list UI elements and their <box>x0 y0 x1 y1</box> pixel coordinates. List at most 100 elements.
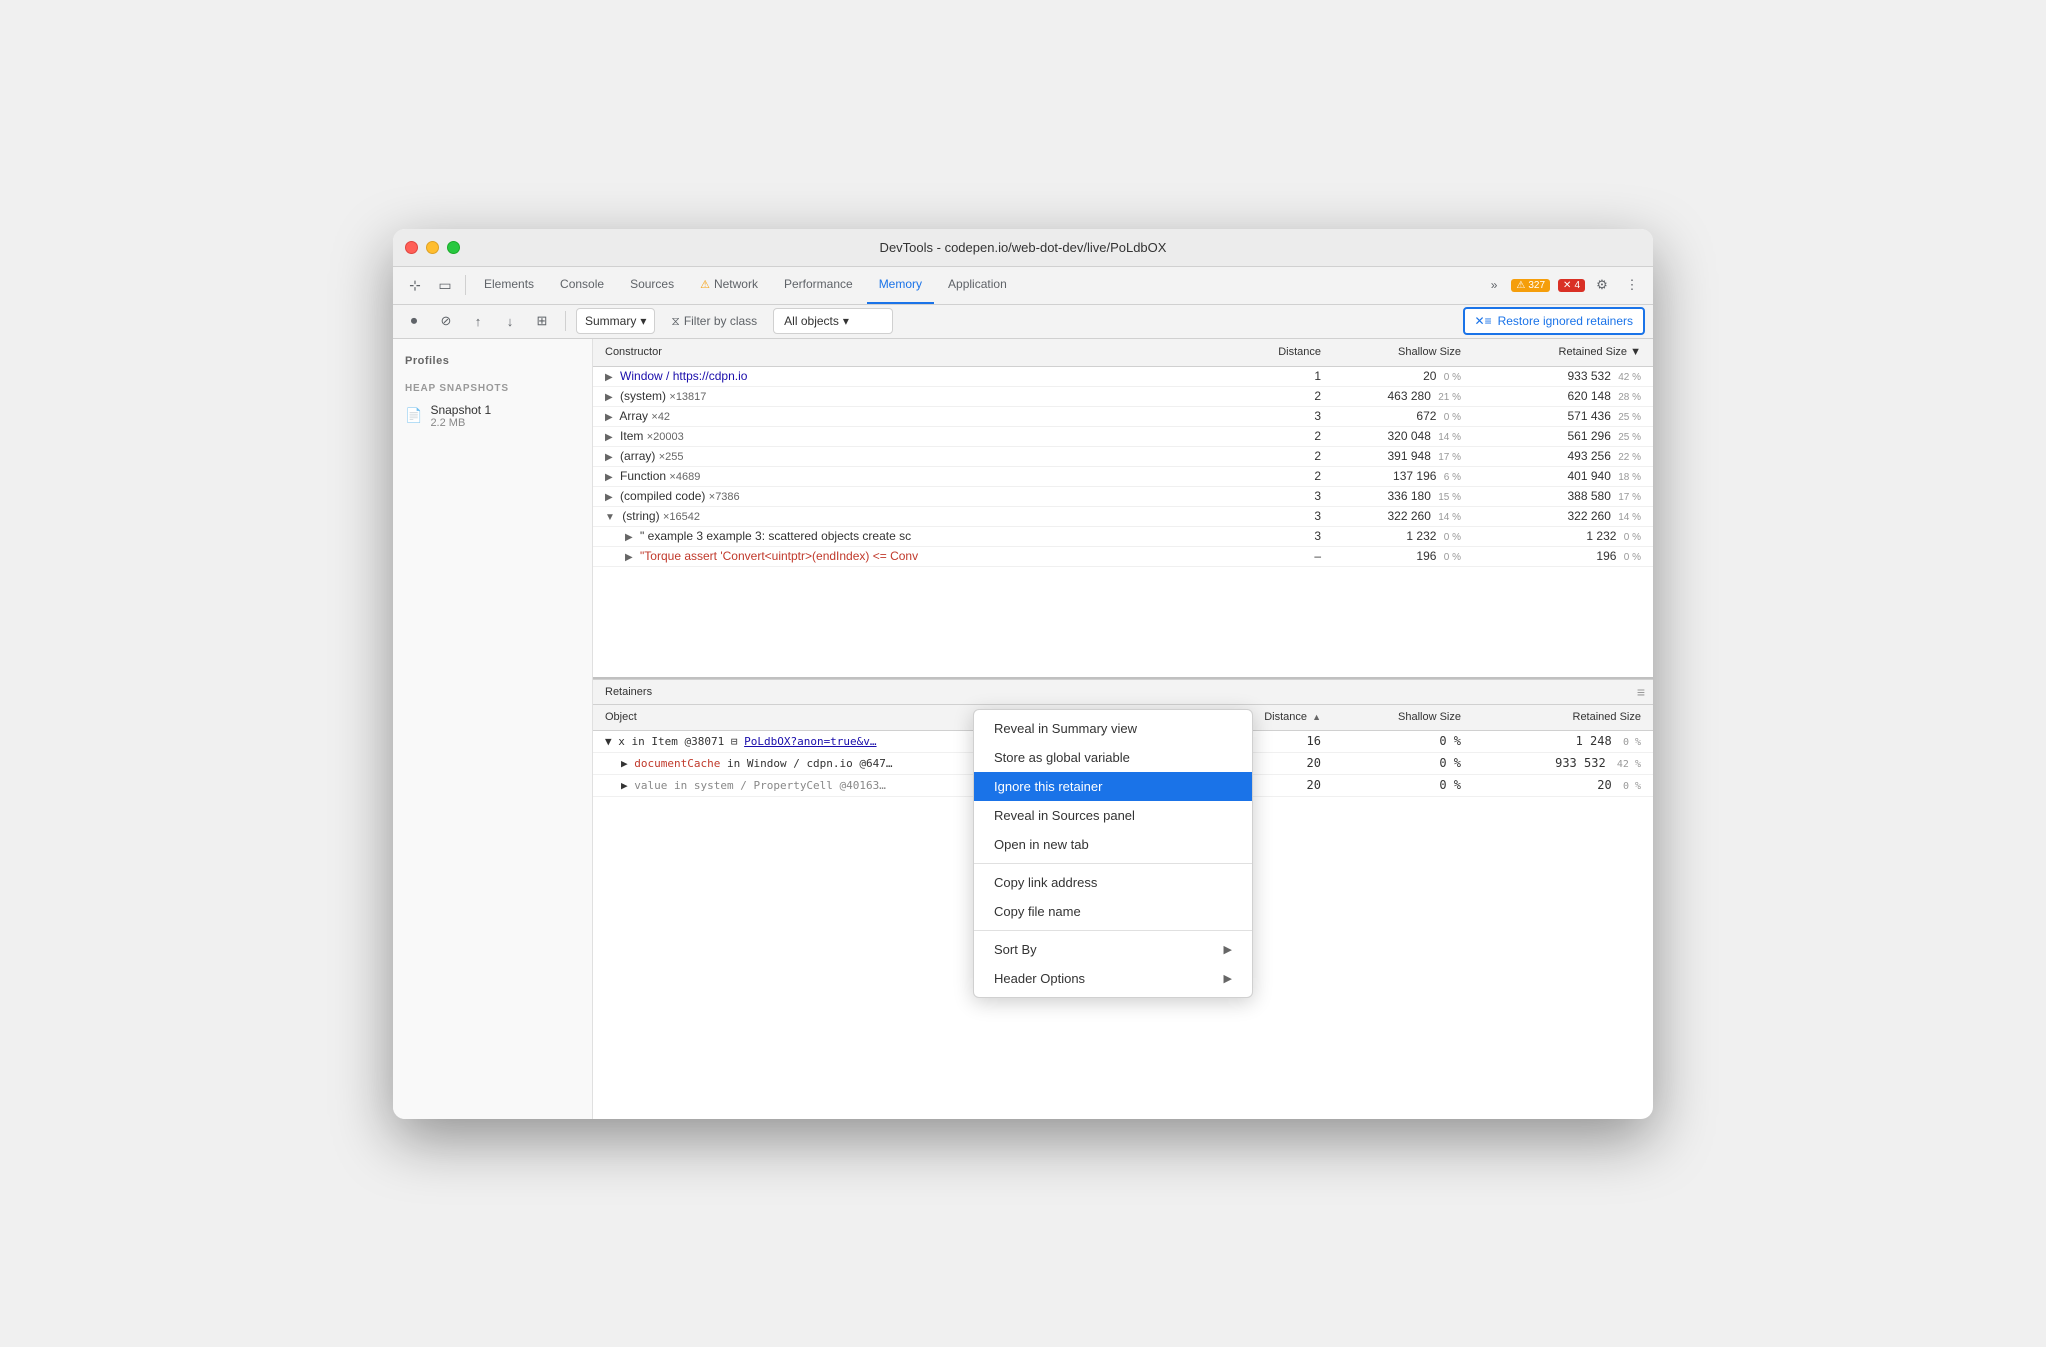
chevron-down-icon: ▾ <box>640 314 646 328</box>
maximize-button[interactable] <box>447 241 460 254</box>
context-menu: Reveal in Summary view Store as global v… <box>973 709 1253 998</box>
row-retained: 388 580 17 % <box>1465 489 1645 503</box>
window-title: DevTools - codepen.io/web-dot-dev/live/P… <box>880 240 1167 255</box>
expand-icon: ▶ <box>605 472 613 483</box>
ctx-store-global[interactable]: Store as global variable <box>974 743 1252 772</box>
submenu-arrow-icon: ▶ <box>1224 972 1232 985</box>
sidebar-section-heap: HEAP SNAPSHOTS <box>393 375 592 398</box>
device-icon[interactable]: ▭ <box>431 271 459 299</box>
row-distance: 3 <box>1235 509 1325 523</box>
row-constructor: ▶ (system) ×13817 <box>601 389 1235 403</box>
table-header: Constructor Distance Shallow Size Retain… <box>593 339 1653 367</box>
row-shallow: 322 260 14 % <box>1325 509 1465 523</box>
tab-overflow[interactable]: » <box>1483 271 1506 299</box>
table-row[interactable]: ▶ (compiled code) ×7386 3 336 180 15 % 3… <box>593 487 1653 507</box>
traffic-lights <box>405 241 460 254</box>
row-distance: 1 <box>1235 369 1325 383</box>
error-icon-badge: ✕ <box>1563 280 1571 291</box>
row-constructor: ▼ (string) ×16542 <box>601 509 1235 523</box>
more-options-icon[interactable]: ⋮ <box>1619 272 1645 298</box>
ctx-reveal-sources[interactable]: Reveal in Sources panel <box>974 801 1252 830</box>
table-row[interactable]: ▶ Array ×42 3 672 0 % 571 436 25 % <box>593 407 1653 427</box>
filter-input[interactable]: All objects ▾ <box>773 308 893 334</box>
row-shallow: 391 948 17 % <box>1325 449 1465 463</box>
clear-icon[interactable]: ⊞ <box>529 308 555 334</box>
record-icon[interactable]: ⏺ <box>401 308 427 334</box>
devtools-window: DevTools - codepen.io/web-dot-dev/live/P… <box>393 229 1653 1119</box>
close-button[interactable] <box>405 241 418 254</box>
table-row[interactable]: ▶ Function ×4689 2 137 196 6 % 401 940 1… <box>593 467 1653 487</box>
row-shallow: 672 0 % <box>1325 409 1465 423</box>
ctx-header-options[interactable]: Header Options ▶ <box>974 964 1252 993</box>
minimize-button[interactable] <box>426 241 439 254</box>
upper-table: ▶ Window / https://cdpn.io 1 20 0 % 933 … <box>593 367 1653 677</box>
row-shallow: 20 0 % <box>1325 369 1465 383</box>
expand-icon: ▶ <box>605 372 613 383</box>
ctx-divider-1 <box>974 863 1252 864</box>
title-bar: DevTools - codepen.io/web-dot-dev/live/P… <box>393 229 1653 267</box>
expand-icon: ▶ <box>605 452 613 463</box>
th-shallow: Shallow Size <box>1325 346 1465 358</box>
rth-retained: Retained Size <box>1465 711 1645 723</box>
secondary-toolbar: ⏺ ⊘ ↑ ↓ ⊞ Summary ▾ ⧖ Filter by class Al… <box>393 305 1653 339</box>
row-distance: 3 <box>1235 409 1325 423</box>
tab-elements[interactable]: Elements <box>472 266 546 304</box>
upload-icon[interactable]: ↑ <box>465 308 491 334</box>
row-retained: 571 436 25 % <box>1465 409 1645 423</box>
ctx-copy-link[interactable]: Copy link address <box>974 868 1252 897</box>
tab-performance[interactable]: Performance <box>772 266 865 304</box>
table-row[interactable]: ▶ " example 3 example 3: scattered objec… <box>593 527 1653 547</box>
row-constructor: ▶ "Torque assert 'Convert<uintptr>(endIn… <box>601 549 1235 563</box>
stop-icon[interactable]: ⊘ <box>433 308 459 334</box>
devtools-tab-bar: ⊹ ▭ Elements Console Sources ⚠ Network P… <box>393 267 1653 305</box>
table-row[interactable]: ▶ (array) ×255 2 391 948 17 % 493 256 22… <box>593 447 1653 467</box>
retainer-retained: 1 248 0 % <box>1465 734 1645 748</box>
tab-memory[interactable]: Memory <box>867 266 934 304</box>
ctx-ignore-retainer[interactable]: Ignore this retainer <box>974 772 1252 801</box>
summary-dropdown[interactable]: Summary ▾ <box>576 308 655 334</box>
row-distance: – <box>1235 549 1325 563</box>
tab-network[interactable]: ⚠ Network <box>688 266 770 304</box>
row-retained: 493 256 22 % <box>1465 449 1645 463</box>
warn-icon-badge: ⚠ <box>1516 280 1525 291</box>
row-shallow: 137 196 6 % <box>1325 469 1465 483</box>
inspect-icon[interactable]: ⊹ <box>401 271 429 299</box>
retainer-shallow: 0 % <box>1325 756 1465 770</box>
row-shallow: 1 232 0 % <box>1325 529 1465 543</box>
row-retained: 1 232 0 % <box>1465 529 1645 543</box>
table-row[interactable]: ▶ "Torque assert 'Convert<uintptr>(endIn… <box>593 547 1653 567</box>
retainers-separator: Retainers ≡ <box>593 679 1653 705</box>
tab-console[interactable]: Console <box>548 266 616 304</box>
table-row[interactable]: ▶ (system) ×13817 2 463 280 21 % 620 148… <box>593 387 1653 407</box>
retainer-shallow: 0 % <box>1325 778 1465 792</box>
tab-application[interactable]: Application <box>936 266 1019 304</box>
restore-ignored-button[interactable]: ✕≡ Restore ignored retainers <box>1463 307 1645 335</box>
snapshot-icon: 📄 <box>405 407 422 424</box>
expand-icon: ▶ <box>625 532 633 543</box>
filter-button[interactable]: ⧖ Filter by class <box>661 308 767 334</box>
panels-wrapper: Constructor Distance Shallow Size Retain… <box>593 339 1653 1119</box>
table-row[interactable]: ▼ (string) ×16542 3 322 260 14 % 322 260… <box>593 507 1653 527</box>
tab-sources[interactable]: Sources <box>618 266 686 304</box>
row-retained: 196 0 % <box>1465 549 1645 563</box>
ctx-open-tab[interactable]: Open in new tab <box>974 830 1252 859</box>
settings-icon[interactable]: ⚙ <box>1589 272 1615 298</box>
filter-icon: ⧖ <box>671 314 679 329</box>
row-constructor: ▶ (compiled code) ×7386 <box>601 489 1235 503</box>
retainer-retained: 20 0 % <box>1465 778 1645 792</box>
download-icon[interactable]: ↓ <box>497 308 523 334</box>
ctx-reveal-summary[interactable]: Reveal in Summary view <box>974 714 1252 743</box>
table-row[interactable]: ▶ Item ×20003 2 320 048 14 % 561 296 25 … <box>593 427 1653 447</box>
ctx-sort-by[interactable]: Sort By ▶ <box>974 935 1252 964</box>
table-row[interactable]: ▶ Window / https://cdpn.io 1 20 0 % 933 … <box>593 367 1653 387</box>
sort-desc-icon: ▼ <box>1630 346 1641 358</box>
sort-asc-icon: ▲ <box>1312 712 1321 722</box>
row-distance: 2 <box>1235 429 1325 443</box>
scroll-icon: ≡ <box>1637 684 1645 700</box>
sidebar-title: Profiles <box>393 351 592 375</box>
ctx-copy-filename[interactable]: Copy file name <box>974 897 1252 926</box>
ctx-divider-2 <box>974 930 1252 931</box>
sidebar-item-snapshot1[interactable]: 📄 Snapshot 1 2.2 MB <box>393 398 592 434</box>
row-distance: 2 <box>1235 469 1325 483</box>
restore-icon: ✕≡ <box>1475 314 1492 328</box>
